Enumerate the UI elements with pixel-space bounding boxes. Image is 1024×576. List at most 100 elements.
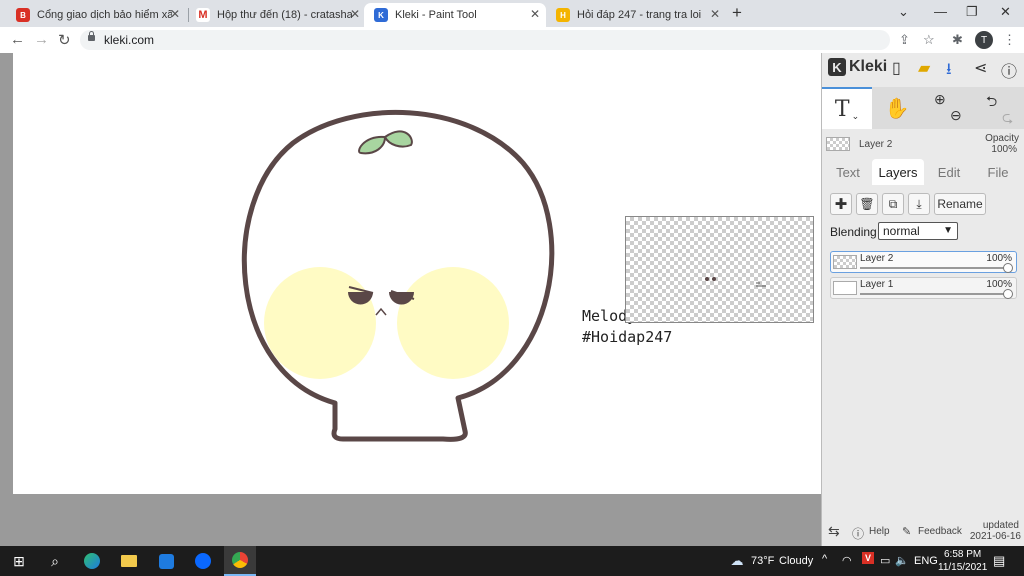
undo-icon[interactable]: ⮌ xyxy=(986,91,997,115)
download-icon[interactable]: ⭳ xyxy=(946,58,952,85)
layers-panel: ✚ 🗑 ⧉ ⤓ Rename Blending normal ▼ Layer 2… xyxy=(822,185,1024,515)
merge-layer-button[interactable]: ⤓ xyxy=(908,193,930,215)
browser-tab-bar: B Cổng giao dịch bảo hiểm xã hội đ ✕ M H… xyxy=(0,0,1024,27)
lock-icon xyxy=(88,31,95,41)
layer-preview-art xyxy=(705,277,766,287)
menu-kebab-icon[interactable]: ⋮ xyxy=(1003,32,1016,48)
chevron-down-icon: ⌄ xyxy=(851,110,860,121)
weather-temp[interactable]: 73°F xyxy=(751,555,774,567)
language-indicator[interactable]: ENG xyxy=(914,555,938,567)
share-icon[interactable]: ⇪ xyxy=(899,32,910,48)
layer-opacity-slider-handle[interactable] xyxy=(1003,263,1013,273)
tool-bar: T ⌄ ✋ ⊕ ⊖ ⮌ ⮎ xyxy=(822,87,1024,129)
search-icon[interactable]: ⌕ xyxy=(44,546,66,576)
feedback-link[interactable]: Feedback xyxy=(918,526,962,537)
chevron-down-icon: ▼ xyxy=(943,225,953,236)
close-tab-icon[interactable]: ✕ xyxy=(170,7,180,21)
windows-taskbar: ⊞ ⌕ ☁ 73°F Cloudy ^ ◠ V ▭ 🔈 ENG 6:58 PM … xyxy=(0,546,1024,576)
layer-opacity-slider-handle[interactable] xyxy=(1003,289,1013,299)
hand-tool-button[interactable]: ✋ xyxy=(878,87,916,129)
close-tab-icon[interactable]: ✕ xyxy=(350,7,360,21)
clock-time[interactable]: 6:58 PM xyxy=(944,549,981,560)
browser-tab-title: Hộp thư đến (18) - cratashanoi@ xyxy=(217,9,352,21)
zoom-in-icon[interactable]: ⊕ xyxy=(934,91,946,108)
browser-tab-bhxh[interactable]: B Cổng giao dịch bảo hiểm xã hội đ ✕ xyxy=(6,3,186,27)
blending-mode-select[interactable]: normal ▼ xyxy=(878,222,958,240)
minimize-icon[interactable]: — xyxy=(934,4,947,19)
tab-file[interactable]: File xyxy=(974,159,1022,185)
close-tab-icon[interactable]: ✕ xyxy=(710,7,720,21)
zalo-icon[interactable] xyxy=(191,546,215,576)
file-explorer-icon[interactable] xyxy=(117,546,141,576)
current-layer-thumbnail xyxy=(826,137,850,151)
edge-icon[interactable] xyxy=(80,546,104,576)
kleki-side-panel: K Kleki ▯ ▰ ⭳ ⋖ ⓘ T ⌄ ✋ ⊕ ⊖ ⮌ ⮎ Layer 2 … xyxy=(821,53,1024,546)
browser-tab-kleki[interactable]: K Kleki - Paint Tool ✕ xyxy=(364,3,546,27)
feedback-icon[interactable]: ✎ xyxy=(902,525,911,538)
kleki-icon: K xyxy=(374,8,388,22)
layer-opacity-slider-track[interactable] xyxy=(860,267,1010,269)
swap-side-icon[interactable]: ⇆ xyxy=(828,523,840,540)
browser-toolbar: ← → ↻ kleki.com ⇪ ☆ ✱ T ⋮ xyxy=(0,27,1024,54)
right-cheek xyxy=(397,267,509,379)
layer-thumbnail xyxy=(833,281,857,295)
canvas-area[interactable]: Melody #Hoidap247 xyxy=(0,53,821,546)
browser-tab-gmail[interactable]: M Hộp thư đến (18) - cratashanoi@ ✕ xyxy=(186,3,366,27)
zoom-controls[interactable]: ⊕ ⊖ xyxy=(926,87,970,129)
undo-redo-controls[interactable]: ⮌ ⮎ xyxy=(978,87,1022,129)
reload-icon[interactable]: ↻ xyxy=(58,31,71,49)
redo-icon[interactable]: ⮎ xyxy=(1002,107,1013,131)
windows-start-icon[interactable]: ⊞ xyxy=(8,546,30,576)
help-link[interactable]: Help xyxy=(869,526,890,537)
layer-opacity-slider-track[interactable] xyxy=(860,293,1010,295)
back-icon[interactable]: ← xyxy=(10,31,25,48)
weather-text[interactable]: Cloudy xyxy=(779,555,813,567)
rename-layer-button[interactable]: Rename xyxy=(934,193,986,215)
tab-edit[interactable]: Edit xyxy=(926,159,972,185)
layer-row-layer-1[interactable]: Layer 1 100% xyxy=(830,277,1017,299)
plus-icon: ✚ xyxy=(834,196,848,213)
panel-tabs: Text Layers Edit File xyxy=(822,159,1024,185)
left-cheek xyxy=(264,267,376,379)
add-layer-button[interactable]: ✚ xyxy=(830,193,852,215)
volume-icon[interactable]: 🔈 xyxy=(895,554,909,567)
address-bar[interactable]: kleki.com xyxy=(80,30,890,50)
tab-layers[interactable]: Layers xyxy=(872,159,924,185)
duplicate-layer-button[interactable]: ⧉ xyxy=(882,193,904,215)
delete-layer-button[interactable]: 🗑 xyxy=(856,193,878,215)
tab-text[interactable]: Text xyxy=(826,159,870,185)
text-tool-button[interactable]: T ⌄ xyxy=(822,87,872,129)
network-icon[interactable]: ▭ xyxy=(880,554,890,567)
share-icon[interactable]: ⋖ xyxy=(974,58,987,78)
browser-tab-title: Kleki - Paint Tool xyxy=(395,9,477,21)
duplicate-icon: ⧉ xyxy=(888,196,898,211)
zoom-out-icon[interactable]: ⊖ xyxy=(950,107,962,124)
new-image-icon[interactable]: ▯ xyxy=(892,58,901,78)
current-layer-info: Layer 2 Opacity 100% xyxy=(822,131,1024,157)
clock-date[interactable]: 11/15/2021 xyxy=(938,562,987,573)
browser-tab-hoidap[interactable]: H Hỏi đáp 247 - trang tra loi ✕ xyxy=(546,3,726,27)
restore-icon[interactable]: ❐ xyxy=(966,4,978,20)
layer-name: Layer 1 xyxy=(860,279,894,290)
extensions-icon[interactable]: ✱ xyxy=(952,32,963,48)
forward-icon[interactable]: → xyxy=(34,31,49,48)
help-icon[interactable]: ⓘ xyxy=(852,525,864,542)
updated-date: 2021-06-16 xyxy=(969,531,1021,542)
close-tab-icon[interactable]: ✕ xyxy=(530,7,540,21)
app-icon[interactable] xyxy=(154,546,178,576)
chrome-icon[interactable] xyxy=(224,546,256,576)
chevron-up-icon[interactable]: ^ xyxy=(822,553,827,565)
new-tab-icon[interactable]: + xyxy=(732,3,742,23)
profile-avatar[interactable]: T xyxy=(975,31,993,49)
wifi-icon[interactable]: ◠ xyxy=(842,554,852,567)
open-folder-icon[interactable]: ▰ xyxy=(918,58,930,78)
notification-icon[interactable]: ▤ xyxy=(993,553,1005,569)
tab-search-icon[interactable]: ⌄ xyxy=(898,4,909,20)
bookmark-star-icon[interactable]: ☆ xyxy=(923,32,935,48)
unikey-icon[interactable]: V xyxy=(862,552,874,564)
trash-icon: 🗑 xyxy=(859,197,875,211)
layer-row-layer-2[interactable]: Layer 2 100% xyxy=(830,251,1017,273)
help-circle-icon[interactable]: ⓘ xyxy=(1001,58,1017,82)
bhxh-icon: B xyxy=(16,8,30,22)
close-window-icon[interactable]: ✕ xyxy=(1000,4,1011,20)
